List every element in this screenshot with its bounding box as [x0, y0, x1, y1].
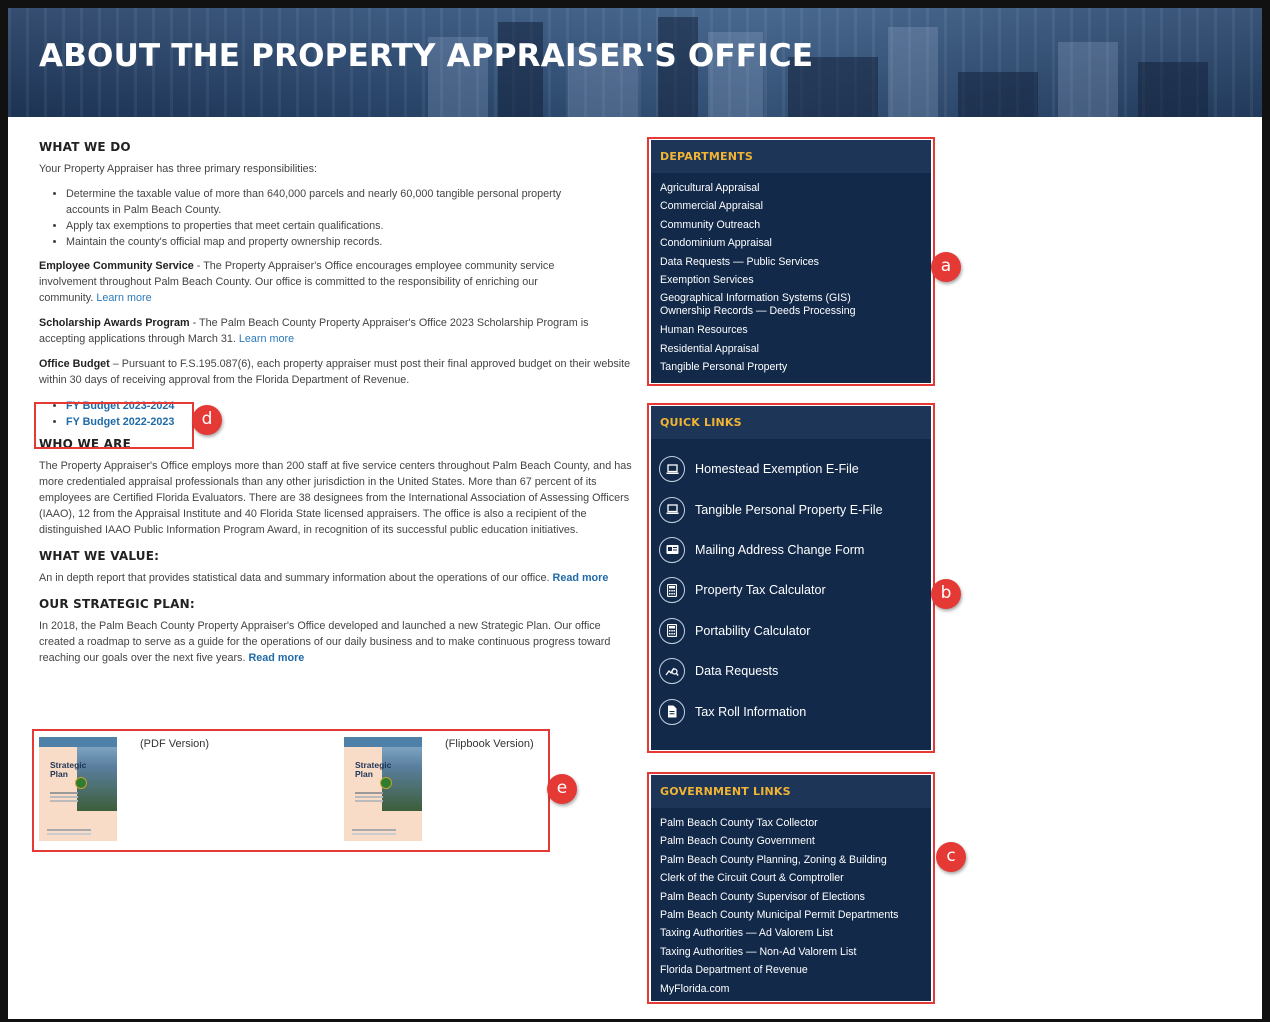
- page-title: ABOUT THE PROPERTY APPRAISER'S OFFICE: [39, 38, 814, 74]
- annotation-marker-b: b: [931, 579, 961, 609]
- annotation-box-b: [647, 403, 935, 753]
- annotation-box-d: [34, 402, 194, 449]
- strategic-plan-paragraph: In 2018, the Palm Beach County Property …: [39, 618, 634, 666]
- scholarship-learn-more-link[interactable]: Learn more: [239, 333, 294, 345]
- annotation-box-c: [647, 772, 935, 1004]
- responsibilities-list: Determine the taxable value of more than…: [39, 186, 634, 250]
- hero-banner: ABOUT THE PROPERTY APPRAISER'S OFFICE: [8, 8, 1262, 117]
- annotation-marker-a: a: [931, 252, 961, 282]
- annotation-box-e: [32, 729, 550, 852]
- annotation-box-a: [647, 137, 935, 386]
- annotation-marker-c: c: [936, 842, 966, 872]
- annotation-marker-d: d: [192, 405, 222, 435]
- strategic-plan-heading: OUR STRATEGIC PLAN:: [39, 597, 195, 611]
- what-we-value-heading: WHAT WE VALUE:: [39, 549, 160, 563]
- community-service-paragraph: Employee Community Service - The Propert…: [39, 258, 634, 306]
- office-budget-text: – Pursuant to F.S.195.087(6), each prope…: [39, 358, 631, 386]
- community-learn-more-link[interactable]: Learn more: [96, 292, 151, 304]
- office-budget-paragraph: Office Budget – Pursuant to F.S.195.087(…: [39, 356, 634, 388]
- who-we-are-text: The Property Appraiser's Office employs …: [39, 460, 632, 536]
- strategic-plan-read-more-link[interactable]: Read more: [248, 652, 304, 664]
- office-budget-label: Office Budget: [39, 358, 110, 370]
- strategic-plan-text: In 2018, the Palm Beach County Property …: [39, 620, 611, 664]
- what-we-value-read-more-link[interactable]: Read more: [553, 572, 609, 584]
- what-we-value-text: An in depth report that provides statist…: [39, 572, 553, 584]
- list-item: Determine the taxable value of more than…: [66, 186, 594, 218]
- list-item: Maintain the county's official map and p…: [66, 234, 594, 250]
- annotation-marker-e: e: [547, 774, 577, 804]
- what-we-do-heading: WHAT WE DO: [39, 140, 131, 154]
- community-service-label: Employee Community Service: [39, 260, 194, 272]
- what-we-value-paragraph: An in depth report that provides statist…: [39, 570, 634, 586]
- scholarship-label: Scholarship Awards Program: [39, 317, 190, 329]
- what-we-do-intro: Your Property Appraiser has three primar…: [39, 163, 318, 175]
- list-item: Apply tax exemptions to properties that …: [66, 218, 594, 234]
- scholarship-paragraph: Scholarship Awards Program - The Palm Be…: [39, 315, 634, 347]
